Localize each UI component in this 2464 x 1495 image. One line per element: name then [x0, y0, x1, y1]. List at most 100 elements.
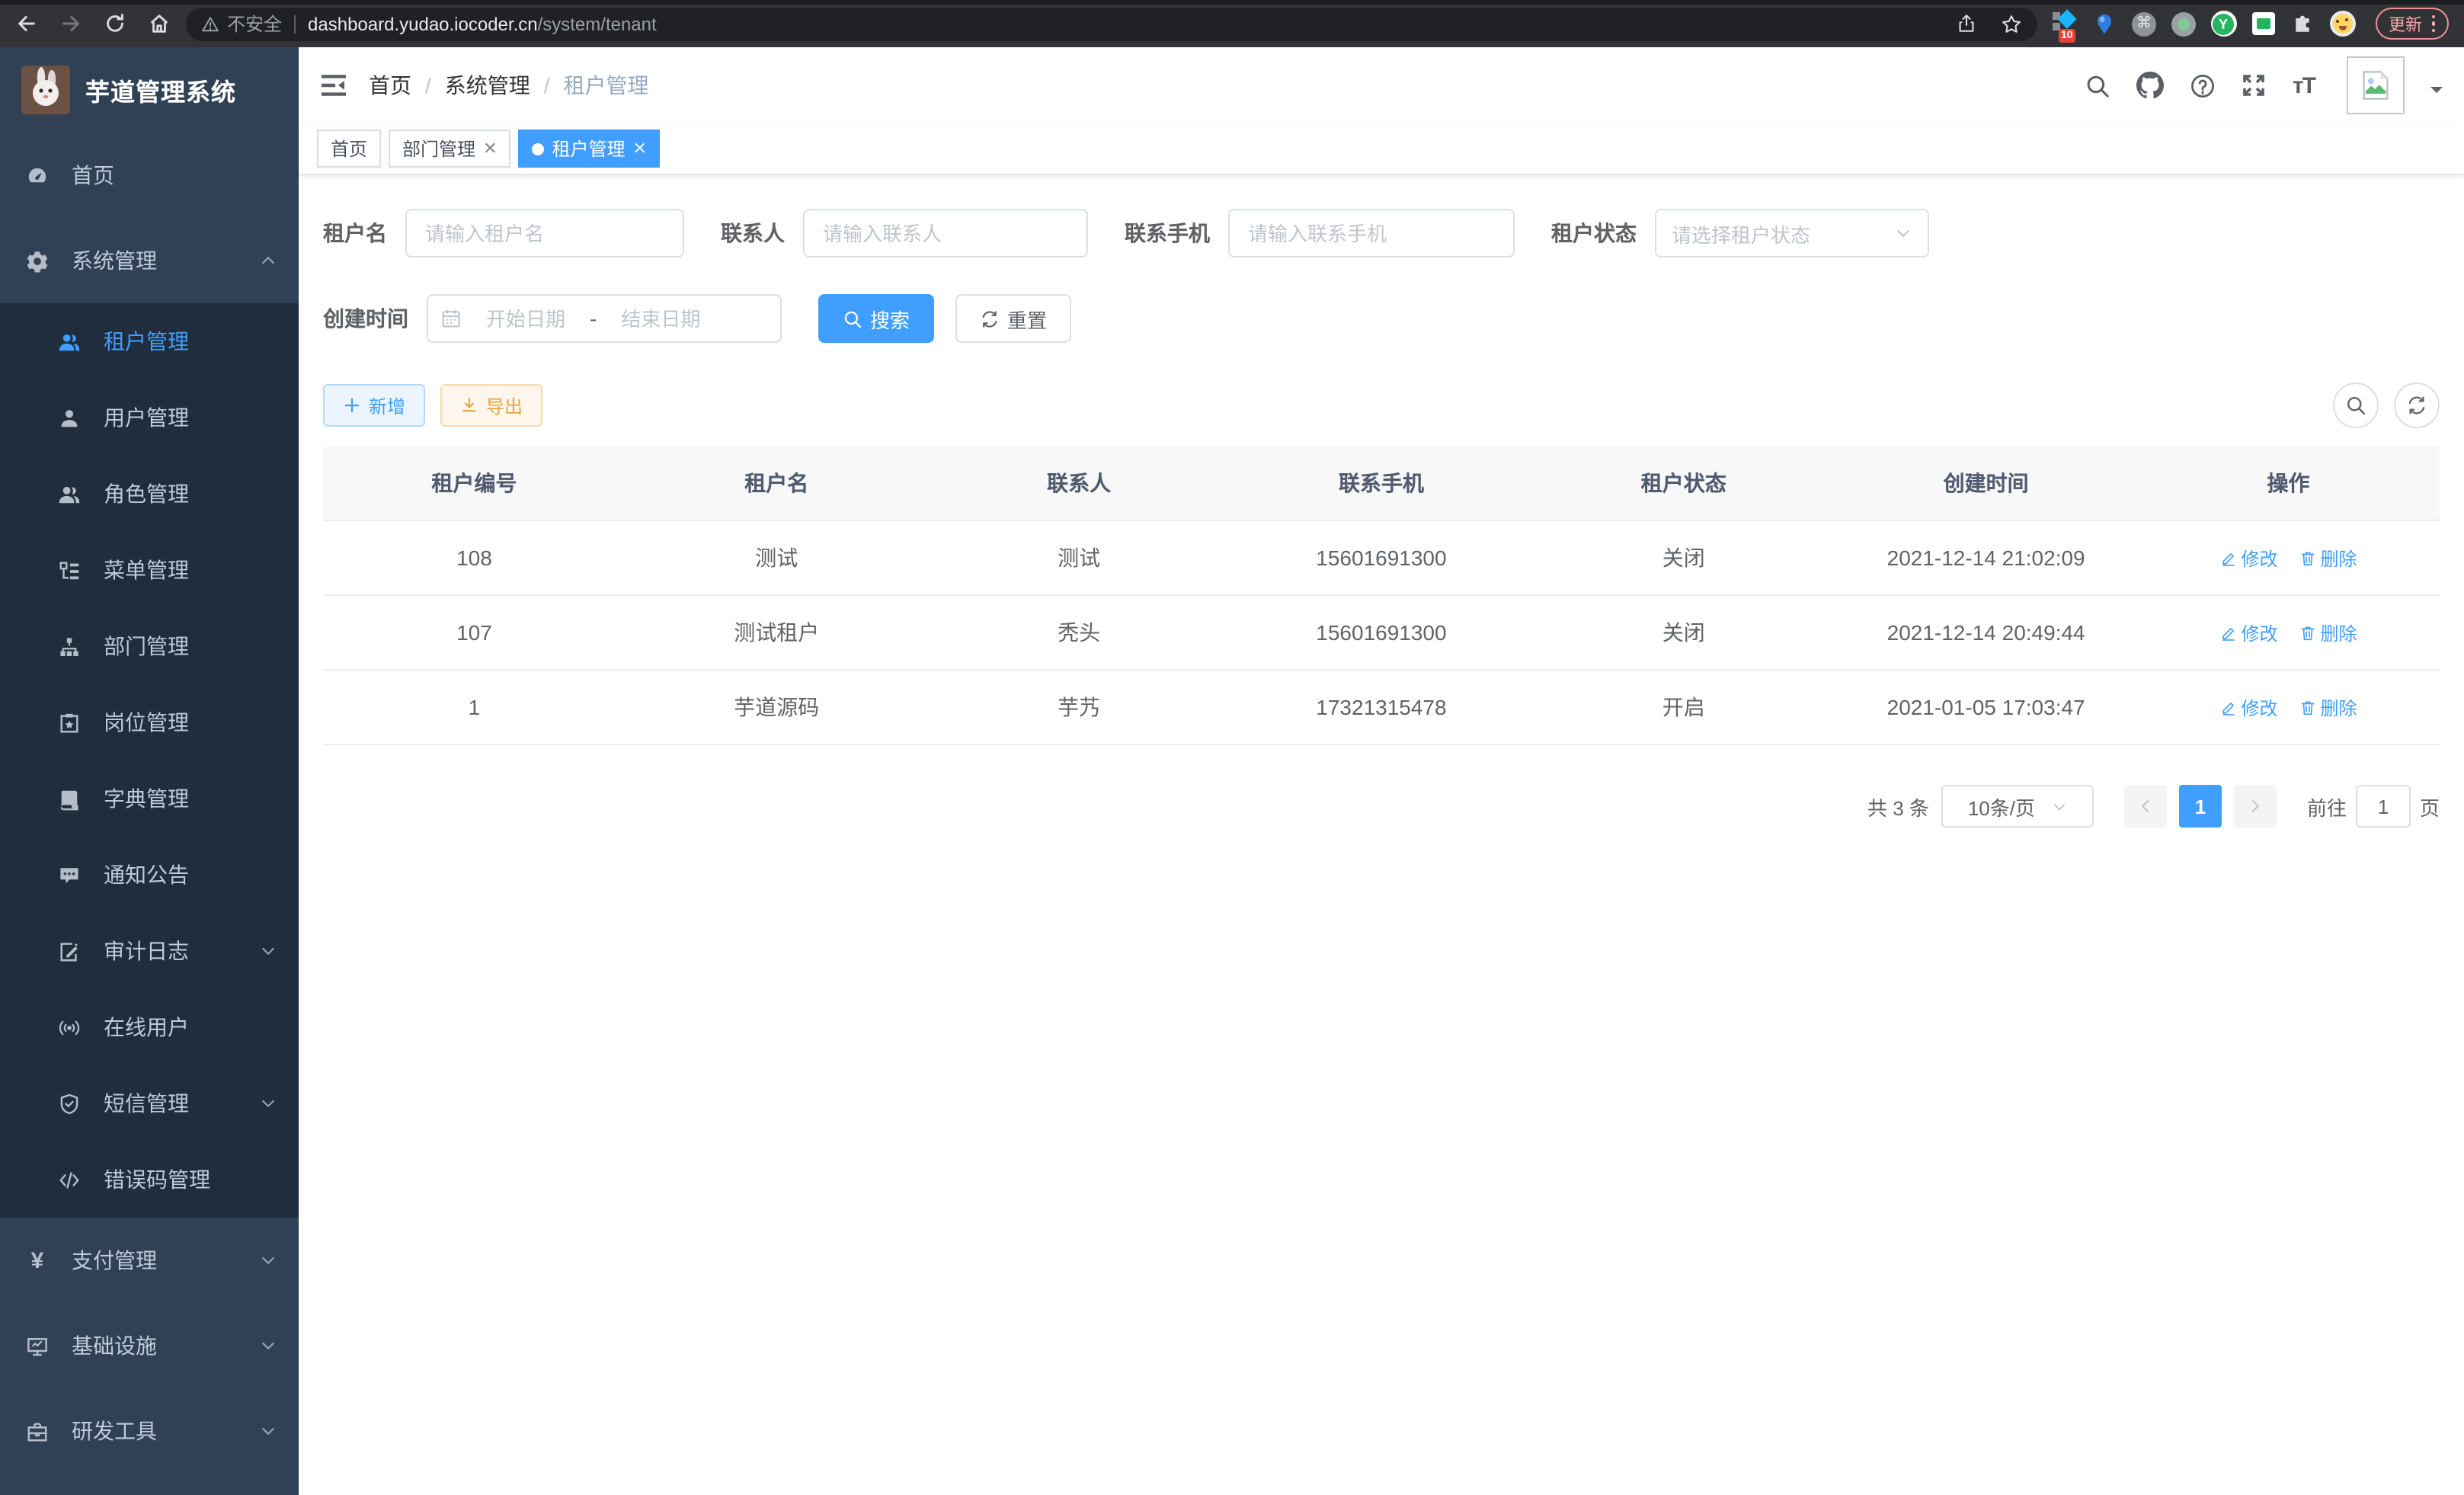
sidebar-item-label: 部门管理 [104, 631, 189, 661]
avatar-placeholder-icon [2359, 69, 2392, 102]
sidebar-item-user[interactable]: 用户管理 [0, 379, 299, 456]
tenant-name-input[interactable] [405, 209, 684, 258]
tag-dept[interactable]: 部门管理 ✕ [389, 130, 510, 168]
extension-diamond-icon[interactable]: 10 [2052, 11, 2078, 37]
sidebar-item-dict[interactable]: 字典管理 [0, 760, 299, 837]
edit-icon [2219, 699, 2236, 715]
extension-command-icon[interactable]: ⌘ [2131, 11, 2157, 37]
sidebar-item-tenant[interactable]: 租户管理 [0, 303, 299, 379]
refresh-table-button[interactable] [2394, 383, 2440, 428]
address-bar[interactable]: 不安全 dashboard.yudao.iocoder.cn/system/te… [186, 7, 2037, 40]
sidebar-item-menu[interactable]: 菜单管理 [0, 532, 299, 608]
close-icon[interactable]: ✕ [483, 139, 497, 158]
browser-back-icon[interactable] [15, 12, 38, 35]
edit-link[interactable]: 修改 [2219, 619, 2277, 645]
sidebar-item-role[interactable]: 角色管理 [0, 456, 299, 532]
sidebar-item-label: 短信管理 [104, 1088, 236, 1119]
help-icon[interactable] [2190, 72, 2216, 98]
sidebar-item-error-code[interactable]: 错误码管理 [0, 1141, 299, 1218]
edit-link[interactable]: 修改 [2219, 694, 2277, 720]
tenant-status-select[interactable]: 请选择租户状态 [1655, 209, 1929, 258]
edit-link[interactable]: 修改 [2219, 545, 2277, 571]
toggle-search-button[interactable] [2333, 383, 2379, 428]
extension-y-icon[interactable]: Y [2210, 11, 2236, 37]
sidebar-item-dept[interactable]: 部门管理 [0, 608, 299, 684]
sidebar-logo[interactable]: 芋道管理系统 [0, 47, 299, 133]
extension-chat-icon[interactable] [2250, 11, 2276, 37]
sidebar-item-audit-log[interactable]: 审计日志 [0, 913, 299, 989]
reset-button[interactable]: 重置 [955, 294, 1071, 343]
page-size-select[interactable]: 10条/页 [1941, 785, 2094, 828]
delete-link[interactable]: 删除 [2299, 694, 2357, 720]
start-date-input[interactable] [468, 306, 584, 331]
menu-tree-icon [58, 559, 81, 581]
sidebar-item-online-users[interactable]: 在线用户 [0, 989, 299, 1065]
add-button[interactable]: 新增 [323, 384, 425, 427]
end-date-input[interactable] [603, 306, 718, 331]
current-page-button[interactable]: 1 [2179, 785, 2222, 828]
cell-status: 关闭 [1532, 617, 1835, 648]
security-label: 不安全 [227, 11, 282, 37]
sidebar-item-sms[interactable]: 短信管理 [0, 1065, 299, 1141]
browser-home-icon[interactable] [148, 12, 171, 35]
profile-avatar-icon[interactable] [2329, 11, 2355, 37]
sidebar-item-system[interactable]: 系统管理 [0, 218, 299, 303]
gear-icon [26, 249, 49, 272]
page-content: 租户名 联系人 联系手机 租户状态 请选择租户状态 [299, 175, 2464, 1495]
mobile-input[interactable] [1228, 209, 1515, 258]
breadcrumb-system[interactable]: 系统管理 [445, 70, 530, 101]
cell-created: 2021-01-05 17:03:47 [1835, 695, 2137, 719]
tag-home[interactable]: 首页 [317, 130, 381, 168]
browser-update-button[interactable]: 更新 [2375, 8, 2449, 40]
chevron-down-icon [2050, 798, 2067, 815]
delete-label: 删除 [2320, 545, 2357, 571]
close-icon[interactable]: ✕ [633, 139, 647, 158]
export-button[interactable]: 导出 [440, 384, 542, 427]
search-button[interactable]: 搜索 [818, 294, 934, 343]
chevron-down-icon [259, 1094, 277, 1112]
payment-yen-icon: ¥ [26, 1247, 49, 1273]
sidebar-item-post[interactable]: 岗位管理 [0, 684, 299, 760]
cell-mobile: 15601691300 [1230, 546, 1533, 570]
prev-page-button[interactable] [2124, 785, 2167, 828]
extension-puzzle-icon[interactable] [2290, 11, 2315, 37]
error-code-icon [58, 1168, 81, 1191]
active-tag-dot [533, 142, 545, 155]
avatar[interactable] [2347, 56, 2405, 114]
extension-record-icon[interactable] [2171, 11, 2197, 37]
fullscreen-icon[interactable] [2242, 73, 2267, 98]
tag-label: 部门管理 [402, 136, 475, 162]
search-icon [843, 309, 862, 328]
sidebar-item-dev-tools[interactable]: 研发工具 [0, 1388, 299, 1474]
sidebar-collapse-icon[interactable] [320, 73, 347, 98]
column-header: 联系人 [928, 468, 1230, 498]
delete-link[interactable]: 删除 [2299, 545, 2357, 571]
breadcrumb-home[interactable]: 首页 [369, 70, 411, 101]
search-icon[interactable] [2085, 72, 2111, 98]
delete-label: 删除 [2320, 619, 2357, 645]
contact-input[interactable] [803, 209, 1088, 258]
share-icon[interactable] [1956, 14, 1976, 34]
extension-balloon-icon[interactable] [2091, 11, 2117, 37]
create-time-range-picker[interactable]: - [427, 294, 782, 343]
sidebar-item-home[interactable]: 首页 [0, 133, 299, 218]
sidebar-item-notice[interactable]: 通知公告 [0, 837, 299, 913]
sidebar-menu: 首页 系统管理 租户管理 用户管理 角色管理 菜单管理 [0, 133, 299, 1474]
bookmark-star-icon[interactable] [2000, 13, 2021, 34]
sidebar-item-label: 租户管理 [104, 326, 189, 357]
table-row: 108 测试 测试 15601691300 关闭 2021-12-14 21:0… [323, 521, 2440, 596]
avatar-dropdown-caret-icon[interactable] [2430, 87, 2443, 99]
browser-menu-icon[interactable] [2431, 15, 2435, 33]
delete-link[interactable]: 删除 [2299, 619, 2357, 645]
cell-tenant-id: 1 [323, 695, 626, 719]
next-page-button[interactable] [2234, 785, 2277, 828]
sidebar-item-payment[interactable]: ¥ 支付管理 [0, 1218, 299, 1303]
tag-tenant-active[interactable]: 租户管理 ✕ [519, 130, 661, 168]
browser-forward-icon[interactable] [59, 12, 82, 35]
goto-page-input[interactable] [2356, 785, 2411, 828]
github-icon[interactable] [2137, 72, 2165, 99]
font-size-icon[interactable]: тT [2293, 72, 2315, 98]
sidebar-item-infrastructure[interactable]: 基础设施 [0, 1303, 299, 1388]
refresh-icon [980, 309, 1000, 328]
browser-reload-icon[interactable] [104, 12, 126, 35]
